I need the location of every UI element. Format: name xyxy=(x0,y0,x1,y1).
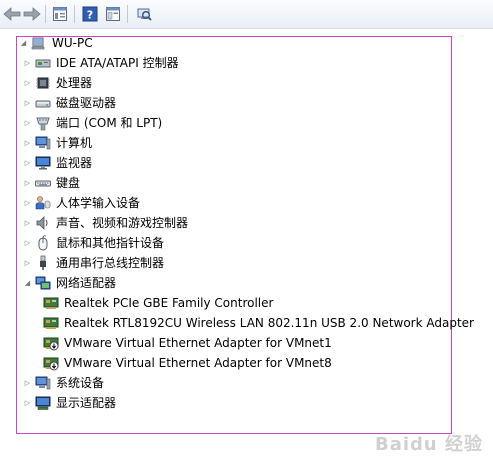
mouse-icon xyxy=(35,235,51,251)
expand-arrow-icon[interactable]: ▷ xyxy=(23,254,32,272)
expand-arrow-icon[interactable]: ▷ xyxy=(23,234,32,252)
hid-device-icon xyxy=(35,195,51,211)
port-icon xyxy=(35,115,51,131)
tree-item-network-adapter[interactable]: Realtek RTL8192CU Wireless LAN 802.11n U… xyxy=(43,314,474,332)
tree-item-label: 鼠标和其他指针设备 xyxy=(56,236,165,250)
network-adapter-icon xyxy=(35,275,51,291)
tree-item-label: 显示适配器 xyxy=(56,396,117,410)
disabled-network-adapter-icon xyxy=(43,335,59,351)
properties-icon[interactable] xyxy=(50,4,70,24)
tree-item-ide[interactable]: ▷ IDE ATA/ATAPI 控制器 xyxy=(23,54,179,72)
tree-item-label: Realtek RTL8192CU Wireless LAN 802.11n U… xyxy=(64,316,474,330)
tree-item-label: 通用串行总线控制器 xyxy=(56,256,165,270)
back-icon[interactable] xyxy=(2,4,22,24)
tree-item-label: VMware Virtual Ethernet Adapter for VMne… xyxy=(64,356,332,370)
tree-item-label: 磁盘驱动器 xyxy=(56,96,117,110)
network-adapter-icon xyxy=(43,315,59,331)
expand-arrow-icon[interactable]: ▷ xyxy=(23,214,32,232)
tree-item-processor[interactable]: ▷ 处理器 xyxy=(23,74,92,92)
tree-item-network-adapter[interactable]: VMware Virtual Ethernet Adapter for VMne… xyxy=(43,334,332,352)
tree-item-ports[interactable]: ▷ 端口 (COM 和 LPT) xyxy=(23,114,162,132)
expand-arrow-icon[interactable]: ▷ xyxy=(23,134,32,152)
computer-icon xyxy=(35,135,51,151)
tree-item-label: 端口 (COM 和 LPT) xyxy=(56,116,163,130)
show-hide-icon[interactable] xyxy=(103,4,123,24)
collapse-arrow-icon[interactable]: ◢ xyxy=(19,34,28,52)
tree-item-hid[interactable]: ▷ 人体学输入设备 xyxy=(23,194,140,212)
tree-root-label: WU-PC xyxy=(52,36,93,50)
tree-item-label: 处理器 xyxy=(56,76,93,90)
tree-item-sound[interactable]: ▷ 声音、视频和游戏控制器 xyxy=(23,214,188,232)
display-adapter-icon xyxy=(35,395,51,411)
expand-arrow-icon[interactable]: ▷ xyxy=(23,394,32,412)
collapse-arrow-icon[interactable]: ◢ xyxy=(23,274,32,292)
tree-item-mouse[interactable]: ▷ 鼠标和其他指针设备 xyxy=(23,234,164,252)
forward-icon[interactable] xyxy=(22,4,42,24)
device-tree: ◢ WU-PC ▷ IDE ATA/ATAPI 控制器 ▷ 处理器 ▷ 磁盘驱动… xyxy=(16,34,474,434)
toolbar-separator xyxy=(74,5,75,23)
tree-item-usb[interactable]: ▷ 通用串行总线控制器 xyxy=(23,254,164,272)
toolbar: ? xyxy=(0,0,493,29)
expand-arrow-icon[interactable]: ▷ xyxy=(23,74,32,92)
disk-drive-icon xyxy=(35,95,51,111)
tree-item-disk[interactable]: ▷ 磁盘驱动器 xyxy=(23,94,116,112)
processor-icon xyxy=(35,75,51,91)
ide-controller-icon xyxy=(35,55,51,71)
tree-item-display[interactable]: ▷ 显示适配器 xyxy=(23,394,116,412)
watermark: Baidu 经验 xyxy=(374,434,483,455)
expand-arrow-icon[interactable]: ▷ xyxy=(23,194,32,212)
computer-root-icon xyxy=(31,35,47,51)
tree-item-label: 监视器 xyxy=(56,156,93,170)
tree-item-computer[interactable]: ▷ 计算机 xyxy=(23,134,92,152)
tree-item-keyboard[interactable]: ▷ 键盘 xyxy=(23,174,80,192)
toolbar-separator xyxy=(45,5,46,23)
expand-arrow-icon[interactable]: ▷ xyxy=(23,114,32,132)
expand-arrow-icon[interactable]: ▷ xyxy=(23,374,32,392)
tree-item-network-adapter[interactable]: VMware Virtual Ethernet Adapter for VMne… xyxy=(43,354,332,372)
tree-item-label: Realtek PCIe GBE Family Controller xyxy=(64,296,274,310)
tree-item-network-adapter[interactable]: Realtek PCIe GBE Family Controller xyxy=(43,294,273,312)
speaker-icon xyxy=(35,215,51,231)
tree-item-network[interactable]: ◢ 网络适配器 xyxy=(23,274,116,292)
expand-arrow-icon[interactable]: ▷ xyxy=(23,54,32,72)
tree-item-monitor[interactable]: ▷ 监视器 xyxy=(23,154,92,172)
expand-arrow-icon[interactable]: ▷ xyxy=(23,154,32,172)
tree-item-label: VMware Virtual Ethernet Adapter for VMne… xyxy=(64,336,332,350)
tree-item-label: 声音、视频和游戏控制器 xyxy=(56,216,189,230)
tree-item-label: 计算机 xyxy=(56,136,93,150)
usb-icon xyxy=(35,255,51,271)
system-device-icon xyxy=(35,375,51,391)
tree-item-label: 系统设备 xyxy=(56,376,105,390)
toolbar-separator xyxy=(127,5,128,23)
expand-arrow-icon[interactable]: ▷ xyxy=(23,94,32,112)
tree-item-label: 键盘 xyxy=(56,176,81,190)
tree-item-label: 网络适配器 xyxy=(56,276,117,290)
tree-item-label: IDE ATA/ATAPI 控制器 xyxy=(56,56,179,70)
tree-root[interactable]: ◢ WU-PC xyxy=(19,34,93,52)
tree-item-label: 人体学输入设备 xyxy=(56,196,141,210)
scan-hardware-icon[interactable] xyxy=(134,4,154,24)
monitor-icon xyxy=(35,155,51,171)
tree-item-system[interactable]: ▷ 系统设备 xyxy=(23,374,104,392)
network-adapter-icon xyxy=(43,295,59,311)
disabled-network-adapter-icon xyxy=(43,355,59,371)
keyboard-icon xyxy=(35,175,51,191)
svg-text:?: ? xyxy=(87,9,93,22)
help-icon[interactable]: ? xyxy=(80,4,100,24)
expand-arrow-icon[interactable]: ▷ xyxy=(23,174,32,192)
